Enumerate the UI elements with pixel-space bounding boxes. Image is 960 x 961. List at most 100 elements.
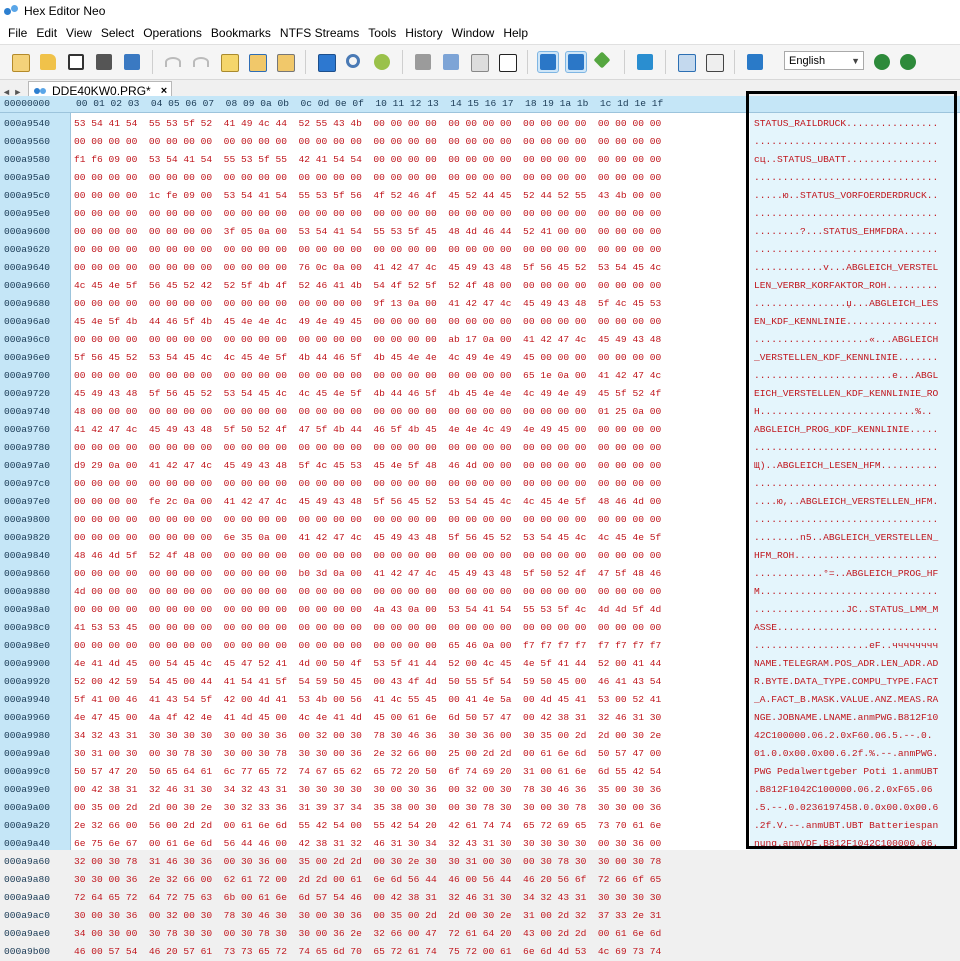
hex-row[interactable]: 00 00 00 00 00 00 00 00 00 00 00 00 00 0… — [74, 475, 661, 493]
hex-row[interactable]: 00 00 00 00 00 00 00 00 3f 05 0a 00 53 5… — [74, 223, 661, 241]
hex-row[interactable]: 00 00 00 00 00 00 00 00 00 00 00 00 00 0… — [74, 331, 661, 349]
ascii-row[interactable]: ................JC..STATUS_LMM_M — [754, 601, 938, 619]
ascii-row[interactable]: PWG Pedalwertgeber Poti 1.anmUBT — [754, 763, 938, 781]
hex-row[interactable]: 52 00 42 59 54 45 00 44 41 54 41 5f 54 5… — [74, 673, 661, 691]
hex-row[interactable]: 00 00 00 00 1c fe 09 00 53 54 41 54 55 5… — [74, 187, 661, 205]
menu-history[interactable]: History — [405, 26, 442, 40]
hex-view-icon[interactable] — [537, 51, 559, 73]
ascii-row[interactable]: ASSE............................ — [754, 619, 938, 637]
hex-row[interactable]: 00 00 00 00 fe 2c 0a 00 41 42 47 4c 45 4… — [74, 493, 661, 511]
menu-file[interactable]: File — [8, 26, 27, 40]
hex-row[interactable]: f1 f6 09 00 53 54 41 54 55 53 5f 55 42 4… — [74, 151, 661, 169]
hex-row[interactable]: 34 00 30 00 30 78 30 30 00 30 78 30 30 0… — [74, 925, 661, 943]
ascii-row[interactable]: nung.anmVDF.B812F1042C100000.06. — [754, 835, 938, 850]
hex-row[interactable]: 48 46 4d 5f 52 4f 48 00 00 00 00 00 00 0… — [74, 547, 661, 565]
hex-row[interactable]: 4e 47 45 00 4a 4f 42 4e 41 4d 45 00 4c 4… — [74, 709, 661, 727]
hex-row[interactable]: 00 00 00 00 00 00 00 00 00 00 00 00 00 0… — [74, 439, 661, 457]
edit-icon[interactable] — [218, 51, 240, 73]
ascii-row[interactable]: ................џ...ABGLEICH_LES — [754, 295, 938, 313]
remove-language-icon[interactable] — [897, 51, 919, 73]
ascii-row[interactable]: ........n5..ABGLEICH_VERSTELLEN_ — [754, 529, 938, 547]
language-select[interactable]: English ▼ — [784, 51, 864, 70]
redo-icon[interactable] — [190, 51, 212, 73]
menu-help[interactable]: Help — [503, 26, 528, 40]
text-view-icon[interactable] — [565, 51, 587, 73]
hex-row[interactable]: 50 57 47 20 50 65 64 61 6c 77 65 72 74 6… — [74, 763, 661, 781]
ascii-row[interactable]: LEN_VERBR_KORFAKTOR_ROH......... — [754, 277, 938, 295]
ascii-row[interactable]: H...........................%.. — [754, 403, 932, 421]
new-icon[interactable] — [9, 51, 31, 73]
menu-ntfs-streams[interactable]: NTFS Streams — [280, 26, 359, 40]
hex-row[interactable]: 00 00 00 00 00 00 00 00 00 00 00 00 00 0… — [74, 295, 661, 313]
hex-bytes-panel[interactable]: 53 54 41 54 55 53 5f 52 41 49 4c 44 52 5… — [74, 113, 746, 957]
hex-row[interactable]: 5f 56 45 52 53 54 45 4c 4c 45 4e 5f 4b 4… — [74, 349, 661, 367]
ascii-row[interactable]: EICH_VERSTELLEN_KDF_KENNLINIE_RO — [754, 385, 938, 403]
menu-select[interactable]: Select — [101, 26, 134, 40]
hex-row[interactable]: 6e 75 6e 67 00 61 6e 6d 56 44 46 00 42 3… — [74, 835, 661, 853]
find-in-files-icon[interactable] — [371, 51, 393, 73]
menu-edit[interactable]: Edit — [36, 26, 57, 40]
undo-icon[interactable] — [162, 51, 184, 73]
ascii-row[interactable]: .B812F1042C100000.06.2.0xF65.06 — [754, 781, 932, 799]
help-icon[interactable] — [744, 51, 766, 73]
ascii-row[interactable]: ABGLEICH_PROG_KDF_KENNLINIE..... — [754, 421, 938, 439]
ascii-row[interactable]: _A.FACT_B.MASK.VALUE.ANZ.MEAS.RA — [754, 691, 938, 709]
highlight-icon[interactable] — [593, 51, 615, 73]
hex-row[interactable]: 45 4e 5f 4b 44 46 5f 4b 45 4e 4e 4c 49 4… — [74, 313, 661, 331]
binary-icon[interactable] — [496, 51, 518, 73]
save-as-icon[interactable] — [121, 51, 143, 73]
ascii-row[interactable]: 01.0.0x00.0x00.6.2f.%.--.anmPWG. — [754, 745, 938, 763]
ascii-row[interactable]: ................................ — [754, 205, 938, 223]
export-icon[interactable] — [315, 51, 337, 73]
hex-row[interactable]: 30 30 00 36 2e 32 66 00 62 61 72 00 2d 2… — [74, 871, 661, 889]
hex-row[interactable]: 34 32 43 31 30 30 30 30 30 00 30 36 00 3… — [74, 727, 661, 745]
ascii-row[interactable]: _VERSTELLEN_KDF_KENNLINIE....... — [754, 349, 938, 367]
ascii-row[interactable]: ........................e...ABGL — [754, 367, 938, 385]
ascii-row[interactable]: STATUS_RAILDRUCK................ — [754, 115, 938, 133]
save-icon[interactable] — [65, 51, 87, 73]
hex-row[interactable]: 00 00 00 00 00 00 00 00 00 00 00 00 00 0… — [74, 241, 661, 259]
hex-row[interactable]: 00 00 00 00 00 00 00 00 00 00 00 00 00 0… — [74, 205, 661, 223]
compare-icon[interactable] — [634, 51, 656, 73]
ascii-row[interactable]: HFM_ROH......................... — [754, 547, 938, 565]
hex-row[interactable]: 4e 41 4d 45 00 54 45 4c 45 47 52 41 4d 0… — [74, 655, 661, 673]
hex-row[interactable]: 00 00 00 00 00 00 00 00 00 00 00 00 00 0… — [74, 169, 661, 187]
ascii-row[interactable]: ................................ — [754, 511, 938, 529]
hex-row[interactable]: 00 35 00 2d 2d 00 30 2e 30 32 33 36 31 3… — [74, 799, 661, 817]
ascii-text-panel[interactable]: STATUS_RAILDRUCK........................… — [750, 113, 958, 850]
hex-row[interactable]: 00 00 00 00 00 00 00 00 00 00 00 00 00 0… — [74, 637, 661, 655]
pattern-icon[interactable] — [412, 51, 434, 73]
find-icon[interactable] — [343, 51, 365, 73]
hex-row[interactable]: 41 53 53 45 00 00 00 00 00 00 00 00 00 0… — [74, 619, 661, 637]
ascii-row[interactable]: ............v...ABGLEICH_VERSTEL — [754, 259, 938, 277]
ascii-row[interactable]: NAME.TELEGRAM.POS_ADR.LEN_ADR.AD — [754, 655, 938, 673]
menu-view[interactable]: View — [66, 26, 92, 40]
menu-window[interactable]: Window — [452, 26, 495, 40]
hex-editor-view[interactable]: 00000000 00 01 02 03 04 05 06 07 08 09 0… — [0, 96, 960, 957]
hex-row[interactable]: 45 49 43 48 5f 56 45 52 53 54 45 4c 4c 4… — [74, 385, 661, 403]
ascii-row[interactable]: ................................ — [754, 475, 938, 493]
hex-row[interactable]: 00 00 00 00 00 00 00 00 00 00 00 00 00 0… — [74, 601, 661, 619]
hex-row[interactable]: 00 00 00 00 00 00 00 00 00 00 00 00 00 0… — [74, 511, 661, 529]
ascii-row[interactable]: 42C100000.06.2.0xF60.06.5.--.0. — [754, 727, 932, 745]
hex-row[interactable]: d9 29 0a 00 41 42 47 4c 45 49 43 48 5f 4… — [74, 457, 661, 475]
ascii-row[interactable]: ................................ — [754, 439, 938, 457]
hex-row[interactable]: 00 00 00 00 00 00 00 00 00 00 00 00 76 0… — [74, 259, 661, 277]
hex-row[interactable]: 53 54 41 54 55 53 5f 52 41 49 4c 44 52 5… — [74, 115, 661, 133]
hex-row[interactable]: 30 31 00 30 00 30 78 30 30 00 30 78 30 3… — [74, 745, 661, 763]
menu-operations[interactable]: Operations — [143, 26, 202, 40]
hex-row[interactable]: 48 00 00 00 00 00 00 00 00 00 00 00 00 0… — [74, 403, 661, 421]
hex-row[interactable]: 00 00 00 00 00 00 00 00 00 00 00 00 00 0… — [74, 367, 661, 385]
open-icon[interactable] — [37, 51, 59, 73]
ascii-row[interactable]: NGE.JOBNAME.LNAME.anmPWG.B812F10 — [754, 709, 938, 727]
paste-icon[interactable] — [274, 51, 296, 73]
ascii-row[interactable]: ................................ — [754, 169, 938, 187]
menu-bookmarks[interactable]: Bookmarks — [211, 26, 271, 40]
save-all-icon[interactable] — [93, 51, 115, 73]
hex-row[interactable]: 00 42 38 31 32 46 31 30 34 32 43 31 30 3… — [74, 781, 661, 799]
ascii-row[interactable]: Щ)..ABGLEICH_LESEN_HFM.......... — [754, 457, 938, 475]
hex-row[interactable]: 4d 00 00 00 00 00 00 00 00 00 00 00 00 0… — [74, 583, 661, 601]
ascii-row[interactable]: ................................ — [754, 133, 938, 151]
ascii-row[interactable]: .5.--.0.0236197458.0.0x00.0x00.6 — [754, 799, 938, 817]
structure-icon[interactable] — [440, 51, 462, 73]
